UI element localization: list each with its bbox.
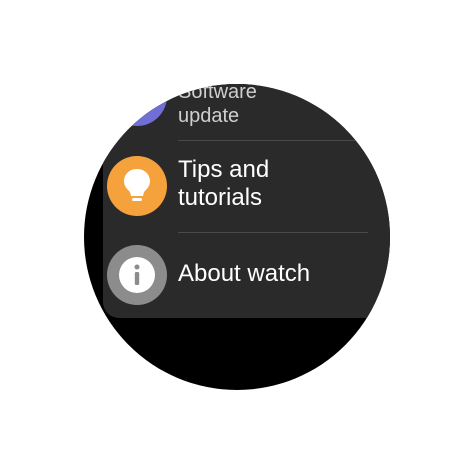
software-update-icon (107, 84, 167, 126)
list-item-tips-and-tutorials[interactable]: Tips and tutorials (103, 140, 390, 232)
watch-screen: Software update Tips and tutorials About… (84, 84, 390, 390)
list-item-software-update[interactable]: Software update (103, 84, 390, 140)
list-item-label: About watch (178, 260, 311, 287)
info-icon (107, 245, 167, 305)
list-item-label: Software update (178, 84, 257, 127)
list-item-label: Tips and tutorials (178, 156, 270, 211)
settings-list[interactable]: Software update Tips and tutorials About… (103, 84, 390, 318)
lightbulb-icon (107, 156, 167, 216)
list-item-about-watch[interactable]: About watch (103, 232, 390, 318)
